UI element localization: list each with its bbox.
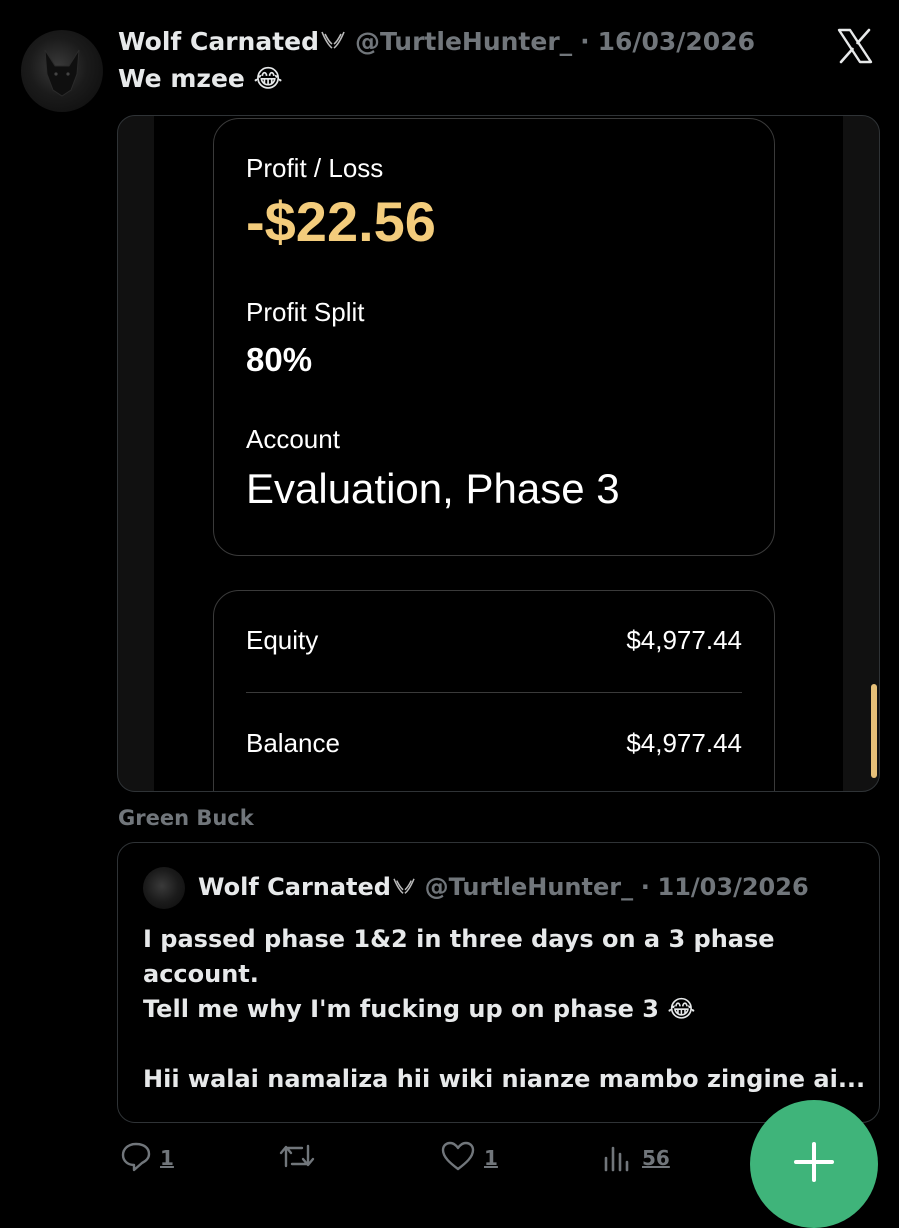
balance-row: Balance $4,977.44 [246, 728, 742, 759]
reply-button[interactable]: 1 [120, 1140, 174, 1176]
profit-split-value: 80% [246, 341, 313, 378]
quoted-text-line: Tell me why I'm fucking up on phase 3 😂 [143, 995, 696, 1023]
media-scroll-indicator [871, 684, 877, 778]
balance-value: $4,977.44 [626, 728, 742, 758]
author-name[interactable]: Wolf Carnated [118, 27, 319, 56]
media-caption: Green Buck [118, 806, 254, 830]
equity-value: $4,977.44 [626, 625, 742, 655]
account-value: Evaluation, Phase 3 [246, 465, 620, 512]
reply-count: 1 [160, 1146, 174, 1170]
tweet-media[interactable]: Profit / Loss -$22.56 Profit Split 80% A… [117, 115, 880, 792]
balance-label: Balance [246, 728, 340, 758]
x-logo-icon[interactable] [836, 27, 874, 65]
retweet-button[interactable] [278, 1140, 316, 1176]
tweet-text: We mzee 😂 [118, 64, 283, 93]
author-avatar[interactable] [21, 30, 103, 112]
account-summary-card: Profit / Loss -$22.56 Profit Split 80% A… [213, 118, 775, 556]
separator-dot: · [580, 27, 590, 56]
quoted-tweet-date: 11/03/2026 [657, 873, 809, 901]
heart-icon [440, 1140, 476, 1176]
author-handle[interactable]: @TurtleHunter_ [355, 27, 572, 56]
equity-balance-card: Equity $4,977.44 Balance $4,977.44 [213, 590, 775, 791]
plus-icon [792, 1140, 836, 1188]
equity-row: Equity $4,977.44 [246, 625, 742, 656]
wolf-emoji-icon [319, 27, 347, 56]
profit-loss-label: Profit / Loss [246, 153, 384, 183]
quoted-author-avatar [143, 867, 185, 909]
separator-dot: · [640, 873, 650, 901]
retweet-icon [278, 1140, 316, 1176]
profit-loss-value: -$22.56 [246, 190, 436, 253]
quoted-author-handle: @TurtleHunter_ [424, 873, 634, 901]
profit-split-label: Profit Split [246, 297, 365, 327]
row-divider [246, 692, 742, 693]
reply-icon [120, 1140, 152, 1176]
views-count: 56 [642, 1146, 670, 1170]
quoted-tweet-header: Wolf Carnated @TurtleHunter_ · 11/03/202… [198, 873, 809, 901]
account-label: Account [246, 424, 340, 454]
tweet-header: Wolf Carnated @TurtleHunter_ · 16/03/202… [118, 27, 755, 56]
quoted-tweet[interactable]: Wolf Carnated @TurtleHunter_ · 11/03/202… [117, 842, 880, 1123]
views-button[interactable]: 56 [602, 1140, 670, 1176]
media-edge-left [154, 116, 172, 791]
tweet-date[interactable]: 16/03/2026 [598, 27, 755, 56]
quoted-text-line: Hii walai namaliza hii wiki nianze mambo… [143, 1065, 866, 1093]
like-count: 1 [484, 1146, 498, 1170]
quoted-author-name: Wolf Carnated [198, 873, 391, 901]
compose-button[interactable] [750, 1100, 878, 1228]
quoted-text-line: I passed phase 1&2 in three days on a 3 … [143, 925, 775, 953]
views-icon [602, 1140, 634, 1176]
equity-label: Equity [246, 625, 319, 655]
wolf-emoji-icon [391, 873, 417, 901]
like-button[interactable]: 1 [440, 1140, 498, 1176]
media-edge-right [823, 116, 843, 791]
quoted-text-line: account. [143, 960, 259, 988]
